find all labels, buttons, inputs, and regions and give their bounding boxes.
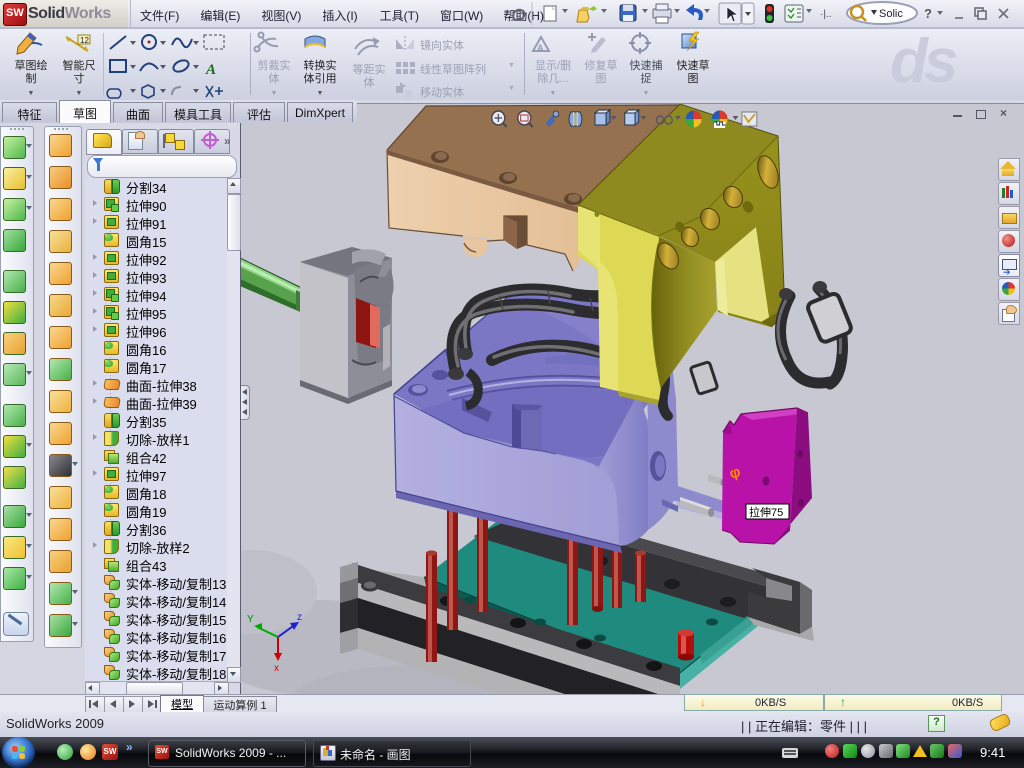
svg-text:A: A [205, 62, 216, 78]
svg-text:Y: Y [247, 614, 254, 625]
svg-text:z: z [297, 612, 302, 623]
svg-text:A: A [537, 43, 544, 53]
svg-text:拉伸75: 拉伸75 [749, 505, 783, 519]
svg-text:12: 12 [80, 36, 89, 45]
svg-text:Solic: Solic [879, 8, 903, 20]
svg-text:·|..: ·|.. [820, 9, 831, 20]
svg-text:x: x [274, 663, 279, 674]
svg-text:?: ? [924, 6, 932, 21]
